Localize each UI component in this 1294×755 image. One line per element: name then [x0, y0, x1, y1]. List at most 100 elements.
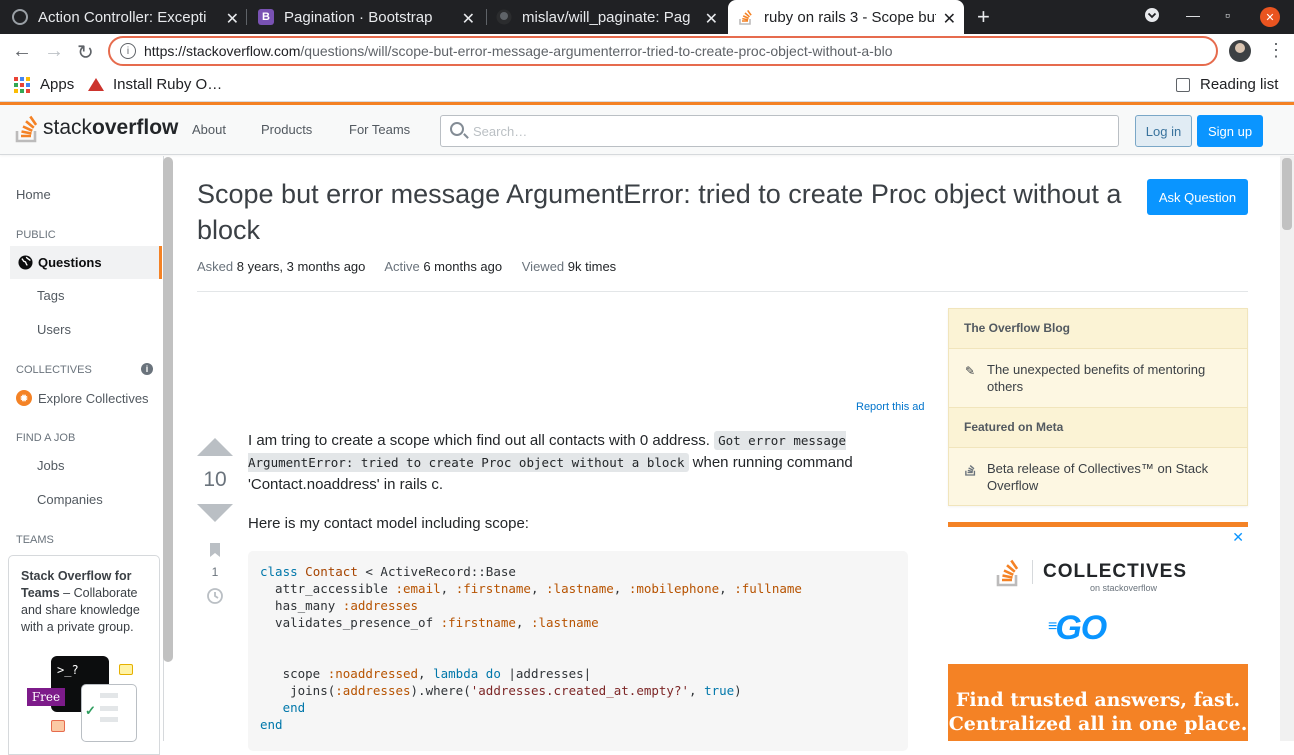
vote-cell: 10 1 — [197, 438, 233, 610]
sidebar-item-questions[interactable]: Questions — [10, 246, 162, 279]
browser-tab[interactable]: B Pagination · Bootstrap ✕ — [258, 0, 483, 34]
meta-item-link[interactable]: Beta release of Collectives™ on Stack Ov… — [987, 461, 1208, 493]
menu-icon[interactable]: ⋮ — [1267, 40, 1285, 61]
history-icon[interactable] — [206, 587, 224, 605]
sidebar-item-label: Explore Collectives — [38, 390, 149, 406]
sidebar-item-companies[interactable]: Companies — [37, 492, 103, 507]
downvote-icon[interactable] — [197, 504, 233, 522]
tab-search-icon[interactable] — [1144, 7, 1160, 26]
sidebar-scrollbar[interactable] — [163, 157, 173, 662]
site-logo[interactable]: stackoverflow — [15, 113, 178, 143]
question-meta: Asked 8 years, 3 months ago Active 6 mon… — [197, 259, 617, 274]
sidebar-heading-teams: TEAMS — [16, 534, 54, 546]
bookmark-icon[interactable] — [209, 542, 221, 558]
reading-list-label: Reading list — [1200, 76, 1279, 93]
reload-icon[interactable]: ↻ — [77, 40, 94, 65]
collectives-logo: COLLECTIVES on stackoverflow — [996, 557, 1188, 593]
search-placeholder: Search… — [473, 123, 528, 139]
tab-title: mislav/will_paginate: Pag — [522, 8, 691, 26]
browser-tab[interactable]: mislav/will_paginate: Pag ✕ — [496, 0, 726, 34]
tab-title: ruby on rails 3 - Scope but — [764, 8, 936, 26]
upvote-icon[interactable] — [197, 438, 233, 456]
browser-tab[interactable]: Action Controller: Excepti ✕ — [12, 0, 247, 34]
reading-list[interactable]: Reading list — [1176, 76, 1278, 93]
ask-question-button[interactable]: Ask Question — [1147, 179, 1248, 215]
widget-heading: Featured on Meta — [949, 408, 1247, 448]
ruby-icon — [88, 78, 104, 91]
back-icon[interactable]: ← — [12, 40, 32, 63]
maximize-icon[interactable]: ▫ — [1225, 7, 1230, 23]
vote-count: 10 — [203, 468, 227, 491]
go-logo: ≡GO — [1048, 609, 1107, 647]
close-icon[interactable]: ✕ — [943, 9, 956, 29]
active-value: 6 months ago — [423, 259, 503, 274]
bookmark-label: Install Ruby O… — [113, 76, 223, 93]
stackoverflow-icon — [738, 9, 754, 25]
bookmark-install-ruby[interactable]: Install Ruby O… — [88, 76, 222, 93]
nav-for-teams[interactable]: For Teams — [349, 122, 410, 137]
info-icon[interactable]: i — [141, 363, 153, 375]
url-input[interactable]: i https://stackoverflow.com/questions/wi… — [108, 36, 1218, 66]
rails-icon — [12, 9, 28, 25]
page-scrollbar[interactable] — [1280, 156, 1294, 741]
browser-tab-active[interactable]: ruby on rails 3 - Scope but ✕ — [728, 0, 964, 34]
teams-illustration: >_? ✓ Free — [23, 656, 143, 746]
sidebar-heading-public: PUBLIC — [16, 229, 56, 241]
sidebar-ad[interactable]: ✕ COLLECTIVES on stackoverflow ≡GO Find … — [948, 522, 1248, 741]
close-icon[interactable]: ✕ — [462, 9, 475, 29]
report-ad-link[interactable]: Report this ad — [856, 401, 924, 413]
sidebar-item-explore-collectives[interactable]: ✹ Explore Collectives — [16, 390, 149, 406]
widget-heading: The Overflow Blog — [949, 309, 1247, 349]
site-header: stackoverflow About Products For Teams S… — [0, 105, 1294, 155]
url-host: https://stackoverflow.com — [144, 43, 301, 59]
sidebar-heading-find-job: FIND A JOB — [16, 432, 76, 444]
stackoverflow-logo-icon — [996, 559, 1019, 587]
divider — [197, 291, 1248, 292]
sidebar-item-users[interactable]: Users — [37, 322, 71, 337]
forward-icon[interactable]: → — [44, 40, 64, 63]
stackoverflow-logo-icon — [15, 115, 38, 143]
viewed-value: 9k times — [567, 259, 617, 274]
collectives-icon: ✹ — [16, 390, 32, 406]
teams-promo: Stack Overflow for Teams – Collaborate a… — [8, 555, 160, 755]
page-title: Scope but error message ArgumentError: t… — [197, 179, 1122, 245]
meta-item[interactable]: Beta release of Collectives™ on Stack Ov… — [949, 448, 1247, 506]
github-icon — [496, 9, 512, 25]
sidebar-heading-collectives: COLLECTIVES — [16, 364, 92, 376]
blog-item-link[interactable]: The unexpected benefits of mentoring oth… — [987, 362, 1205, 394]
tab-title: Pagination · Bootstrap — [284, 8, 433, 26]
close-ad-icon[interactable]: ✕ — [1232, 529, 1244, 546]
logo-text: stackoverflow — [43, 116, 179, 139]
login-button[interactable]: Log in — [1135, 115, 1192, 147]
search-input[interactable]: Search… — [440, 115, 1119, 147]
bookmark-count: 1 — [211, 565, 219, 579]
close-icon[interactable]: ✕ — [705, 9, 718, 29]
minimize-icon[interactable]: — — [1186, 7, 1200, 23]
code-block: class Contact < ActiveRecord::Base attr_… — [248, 551, 908, 751]
signup-button[interactable]: Sign up — [1197, 115, 1263, 147]
sidebar-item-jobs[interactable]: Jobs — [37, 458, 64, 473]
url-path: /questions/will/scope-but-error-message-… — [300, 43, 893, 59]
avatar[interactable] — [1229, 40, 1251, 62]
ad-collectives-text: COLLECTIVES — [1043, 561, 1188, 582]
close-window-icon[interactable]: ✕ — [1260, 7, 1280, 27]
blog-item[interactable]: ✎ The unexpected benefits of mentoring o… — [949, 349, 1247, 408]
sidebar-item-tags[interactable]: Tags — [37, 288, 64, 303]
nav-about[interactable]: About — [192, 122, 226, 137]
bookmark-label: Apps — [40, 76, 75, 93]
apps-icon — [14, 76, 30, 93]
close-icon[interactable]: ✕ — [226, 9, 239, 29]
bootstrap-icon: B — [258, 9, 274, 25]
bookmark-apps[interactable]: Apps — [14, 76, 74, 93]
sidebar-item-label: Questions — [38, 255, 102, 270]
left-sidebar: Home PUBLIC Questions Tags Users COLLECT… — [0, 156, 164, 755]
asked-value: 8 years, 3 months ago — [236, 259, 366, 274]
sidebar-item-home[interactable]: Home — [16, 187, 51, 202]
info-icon[interactable]: i — [120, 43, 136, 59]
new-tab-icon[interactable]: + — [977, 4, 990, 30]
reading-list-icon — [1176, 77, 1190, 92]
bookmarks-bar: Apps Install Ruby O… Reading list — [0, 70, 1294, 102]
nav-products[interactable]: Products — [261, 122, 312, 137]
tab-title: Action Controller: Excepti — [38, 8, 207, 26]
ad-collectives-sub: on stackoverflow — [1090, 583, 1158, 593]
